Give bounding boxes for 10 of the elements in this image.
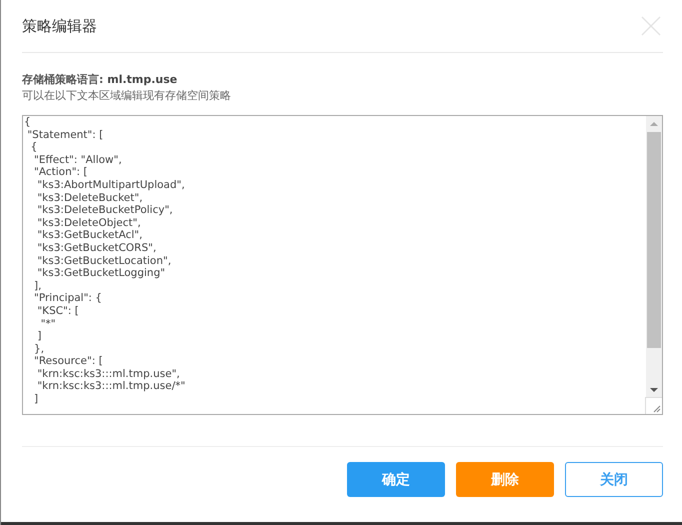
delete-button[interactable]: 删除	[456, 462, 554, 497]
dialog-title: 策略编辑器	[22, 16, 97, 36]
close-icon[interactable]	[641, 16, 661, 36]
scrollbar[interactable]	[646, 116, 662, 398]
policy-text-area[interactable]: { "Statement": [ { "Effect": "Allow", "Action": [ "ks3:AbortMultipartUpload", "ks3:DeleteBucket", "ks3:DeleteBucketPolicy", "ks3:DeleteObject", "ks3:GetBucketAcl", "ks3:GetBucketCORS", "ks3:GetBucketLocation", "ks3:GetBucketLogging" ], "Principal": { "KSC": [ "*" ] }, "Resource": [ "krn:ksc:ks3:::ml.tmp.use", "krn:ksc:ks3:::ml.tmp.use/*" ]	[22, 115, 663, 415]
confirm-button[interactable]: 确定	[347, 462, 445, 497]
policy-language-label: 存储桶策略语言: ml.tmp.use	[22, 72, 178, 88]
hint-text: 可以在以下文本区域编辑现有存储空间策略	[22, 88, 232, 103]
close-button[interactable]: 关闭	[565, 462, 663, 497]
resize-grip-icon[interactable]	[645, 397, 662, 414]
